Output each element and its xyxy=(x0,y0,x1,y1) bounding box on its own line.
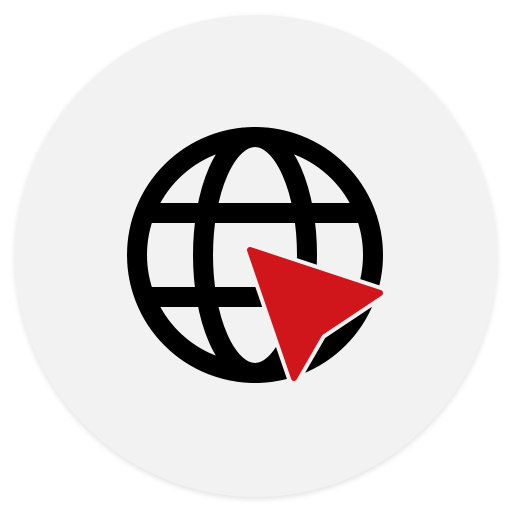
app-icon xyxy=(0,0,512,512)
icon-artwork xyxy=(127,127,387,385)
